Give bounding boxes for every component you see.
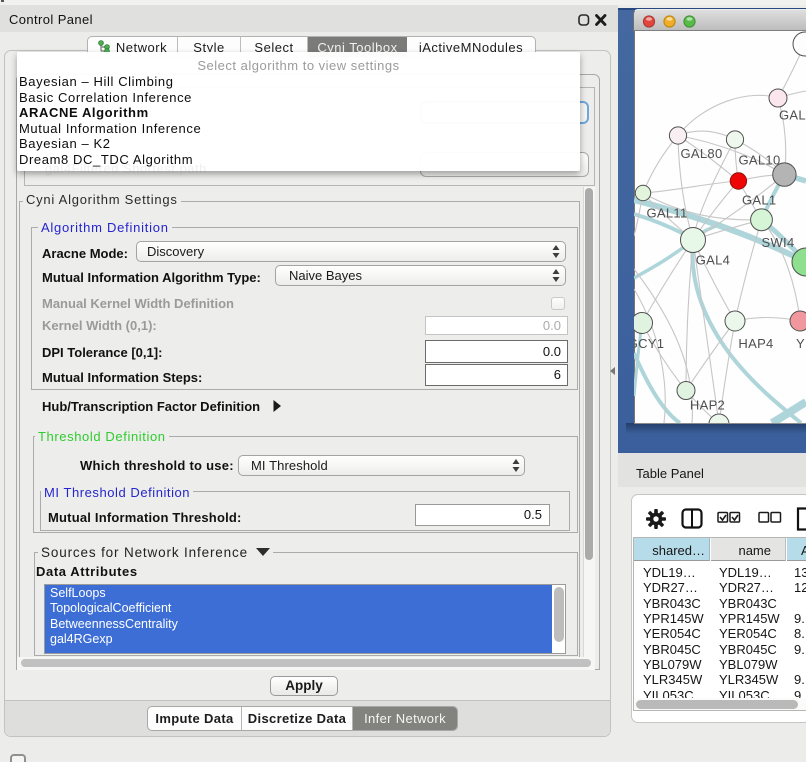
- svg-text:HAP4: HAP4: [738, 336, 773, 351]
- svg-text:GAL11: GAL11: [646, 206, 687, 221]
- svg-text:HAP2: HAP2: [690, 398, 725, 413]
- svg-text:GAL80: GAL80: [681, 146, 723, 161]
- svg-text:GAL1: GAL1: [742, 193, 776, 208]
- svg-text:GAL7: GAL7: [779, 108, 806, 123]
- svg-text:YM: YM: [796, 336, 806, 351]
- svg-text:GAL10: GAL10: [739, 153, 781, 168]
- svg-text:GCY1: GCY1: [634, 336, 664, 351]
- svg-text:SWI4: SWI4: [762, 235, 795, 250]
- svg-text:GAL4: GAL4: [696, 253, 730, 268]
